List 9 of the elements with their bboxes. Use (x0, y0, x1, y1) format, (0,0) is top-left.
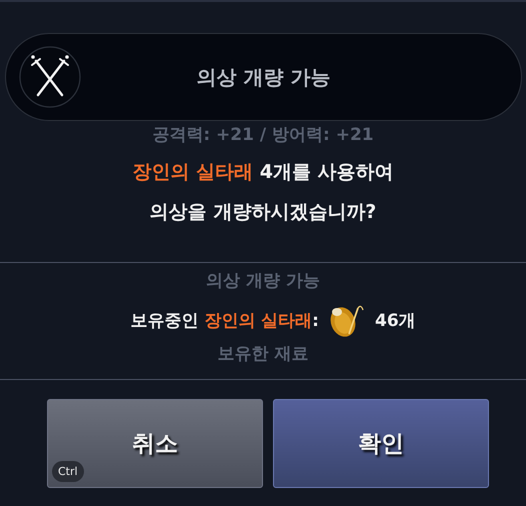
status-text: 의상 개량 가능 (206, 270, 320, 292)
dialog-title: 의상 개량 가능 (196, 64, 332, 90)
owned-count: 46개 (374, 310, 416, 332)
owned-material-text: 보유중인 장인의 실타래: (130, 310, 319, 332)
crossed-swords-icon (18, 45, 82, 109)
confirm-button[interactable]: 확인 (273, 399, 489, 488)
stats-text: 공격력: +21 / 방어력: +21 (152, 124, 374, 146)
materials-label: 보유한 재료 (218, 343, 308, 365)
confirm-message: 장인의 실타래 4개를 사용하여 의상을 개량하시겠습니까? (132, 160, 394, 225)
